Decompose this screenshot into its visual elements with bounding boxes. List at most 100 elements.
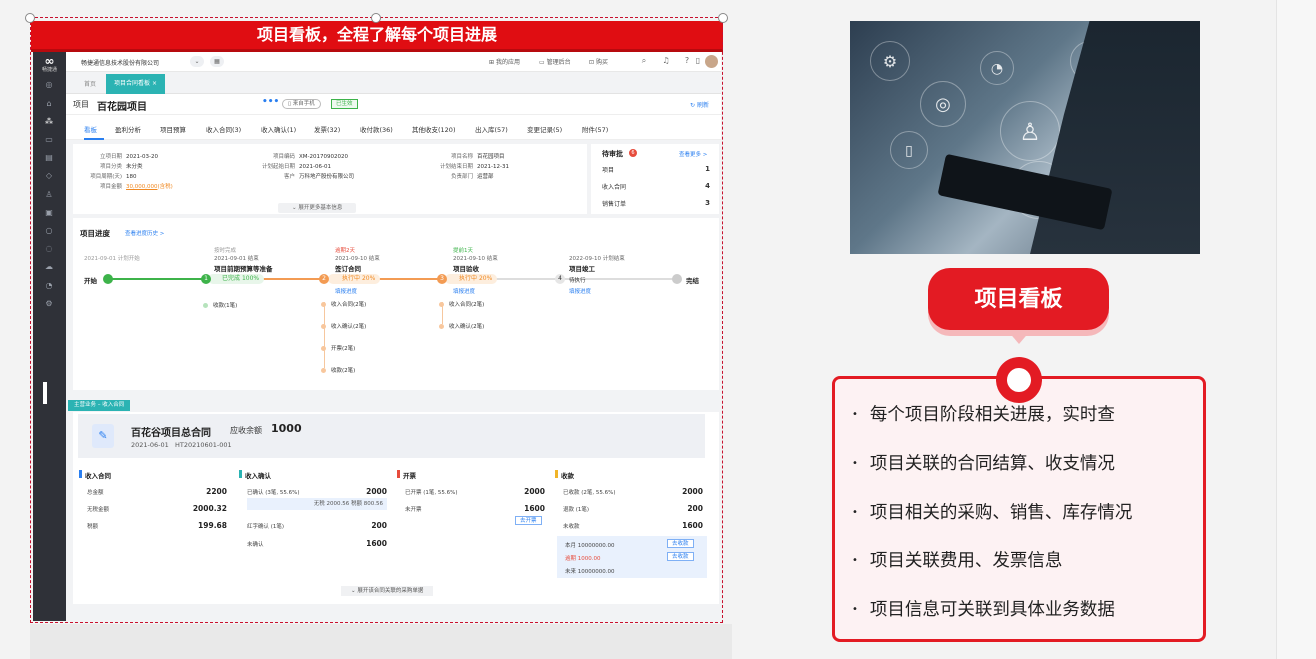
stage2-sub[interactable]: 收入确认(2笔) <box>321 322 366 330</box>
project-header: 项目 百花园项目 ••• ▯ 来自手机 已生效 ↻ 刷新 <box>66 94 721 114</box>
pending-row-label: 销售订单 <box>602 201 627 208</box>
receipt-row: 未收款 1600 <box>563 521 703 530</box>
stage2-sub[interactable]: 收入合同(2笔) <box>321 300 366 308</box>
info-amount-value[interactable]: 30,000,000 <box>126 184 158 190</box>
pending-row[interactable]: 收入合同 4 <box>602 182 710 194</box>
avatar[interactable] <box>704 54 719 69</box>
stage2-fill-link[interactable]: 填报进度 <box>335 287 357 295</box>
tab-home[interactable]: 首页 <box>84 79 96 88</box>
income-row: 税额 199.68 <box>87 521 227 530</box>
doc-icon[interactable]: ▯ <box>694 55 702 67</box>
truck-icon[interactable]: ▭ <box>42 134 56 146</box>
company-name[interactable]: 畅捷通信息技术股份有限公司 <box>81 58 159 67</box>
info-value: 未分类 <box>126 164 143 170</box>
stage1-note: 按时完成 <box>214 248 237 254</box>
refresh-button[interactable]: ↻ 刷新 <box>690 100 709 109</box>
subtab-budget[interactable]: 项目预算 <box>160 124 186 134</box>
stage4-date: 2022-09-10 计划结束 <box>569 256 625 262</box>
info-value: 2021-12-31 <box>477 164 509 170</box>
more-icon[interactable]: ••• <box>262 97 279 107</box>
tab-project-board[interactable]: 项目合同看板 × <box>106 74 165 94</box>
info-project-name: 项目名称 百花园项目 <box>421 152 505 160</box>
subtab-profit[interactable]: 盈利分析 <box>115 124 141 134</box>
stage4-state: 待执行 <box>569 278 586 284</box>
search-icon[interactable]: ⌕ <box>638 55 650 67</box>
help-icon[interactable]: ? <box>681 55 693 67</box>
subtab-payments[interactable]: 收付款(36) <box>360 124 393 134</box>
contract-name[interactable]: 百花谷项目总合同 <box>131 424 211 439</box>
cloud-icon[interactable]: ☁ <box>42 261 56 273</box>
subtab-income-contract[interactable]: 收入合同(3) <box>206 124 241 134</box>
stage1-sub[interactable]: 收款(1笔) <box>203 301 237 309</box>
pending-row[interactable]: 项目 1 <box>602 165 710 177</box>
confirm-row: 已确认 (3笔, 55.6%) 2000 <box>247 487 387 496</box>
bell-icon[interactable]: ♫ <box>660 55 672 67</box>
stage1-state: 已完成 <box>222 275 241 282</box>
topbar: 畅捷通信息技术股份有限公司 ⌄ ▦ ⊞ 我的应用 ▭ 管理后台 ⊡ 购买 ⌕ ♫… <box>66 52 721 72</box>
start-plan-date: 2021-09-01 计划开始 <box>84 256 140 262</box>
pending-row[interactable]: 销售订单 3 <box>602 199 710 211</box>
subtab-invoice[interactable]: 发票(32) <box>314 124 340 134</box>
dashboard-icon[interactable]: ⌂ <box>42 98 56 110</box>
stage2-sub[interactable]: 收款(2笔) <box>321 366 355 374</box>
stage3-sub[interactable]: 收入合同(2笔) <box>439 300 484 308</box>
row-value: 1600 <box>682 521 703 530</box>
issue-invoice-button[interactable]: 去开票 <box>515 516 542 525</box>
collect-overdue-button[interactable]: 去收款 <box>667 552 694 561</box>
clock-icon[interactable]: ◔ <box>42 280 56 292</box>
view-more-link[interactable]: 查看更多 > <box>679 150 707 158</box>
user-icon: ♙ <box>1000 101 1060 161</box>
box-icon[interactable]: ▤ <box>42 152 56 164</box>
income-row: 无税金额 2000.32 <box>87 504 227 513</box>
chevron-down-icon[interactable]: ⌄ <box>190 56 204 67</box>
resize-handle[interactable] <box>718 13 728 23</box>
grid-small-icon[interactable]: ▦ <box>210 56 224 67</box>
info-key: 项目金额 <box>99 184 122 190</box>
project-name: 百花园项目 <box>97 102 147 113</box>
subtab-income-confirm[interactable]: 收入确认(1) <box>261 124 296 134</box>
feature-text: 每个项目阶段相关进展，实时查 <box>869 405 1115 425</box>
contract-icon: ✎ <box>92 424 114 448</box>
document-icon[interactable]: ▣ <box>42 207 56 219</box>
tab-label: 项目合同看板 <box>114 80 151 87</box>
pending-row-value: 1 <box>705 165 710 173</box>
circle-icon[interactable]: ○ <box>42 225 56 237</box>
stage1-name: 项目前期预算等准备 <box>214 265 273 273</box>
stage3-fill-link[interactable]: 填报进度 <box>453 287 475 295</box>
feature-text: 项目信息可关联到具体业务数据 <box>869 600 1115 620</box>
resize-handle[interactable] <box>371 13 381 23</box>
collect-button[interactable]: 去收款 <box>667 539 694 548</box>
column-marker <box>239 470 242 478</box>
resize-handle[interactable] <box>25 13 35 23</box>
close-icon[interactable]: × <box>152 80 157 87</box>
purchase-link[interactable]: ⊡ 购买 <box>589 57 608 66</box>
column-title: 收入确认 <box>245 472 271 480</box>
expand-info-button[interactable]: ⌄ 展开更多基本信息 <box>278 203 357 213</box>
org-icon[interactable]: ⁂ <box>42 116 56 128</box>
coin-icon[interactable]: ◌ <box>42 243 56 255</box>
pending-approvals-panel: 待审批 6 查看更多 > 项目 1 收入合同 4 销售订单 3 <box>591 144 719 214</box>
end-dot <box>672 274 682 284</box>
expand-info-label: 展开更多基本信息 <box>298 205 343 211</box>
subtab-attachments[interactable]: 附件(57) <box>582 124 608 134</box>
subtab-board[interactable]: 看板 <box>84 124 97 134</box>
subtab-other[interactable]: 其他收支(120) <box>412 124 455 134</box>
progress-history-link[interactable]: 查看进度历史 > <box>125 229 164 237</box>
stage4-fill-link[interactable]: 填报进度 <box>569 287 591 295</box>
start-dot <box>103 274 113 284</box>
row-value: 2000 <box>366 487 387 496</box>
subtab-stock[interactable]: 出入库(57) <box>475 124 508 134</box>
slide-edge <box>1276 0 1316 659</box>
expand-purchase-button[interactable]: ⌄ 展开该合同关联的采购单据 <box>341 586 434 596</box>
home-icon[interactable]: ◎ <box>42 79 56 91</box>
stage3-sub[interactable]: 收入确认(2笔) <box>439 322 484 330</box>
subtab-changes[interactable]: 变更记录(5) <box>527 124 562 134</box>
stage2-sub[interactable]: 开票(2笔) <box>321 344 355 352</box>
info-start-date: 立项日期 2021-03-20 <box>76 152 158 160</box>
app-logo[interactable]: ∞ 畅捷通 <box>37 55 62 75</box>
settings-icon[interactable]: ⚙ <box>42 298 56 310</box>
tag-icon[interactable]: ◇ <box>42 170 56 182</box>
admin-link[interactable]: ▭ 管理后台 <box>539 57 571 66</box>
user-icon[interactable]: ♙ <box>42 189 56 201</box>
my-apps-link[interactable]: ⊞ 我的应用 <box>489 57 520 66</box>
